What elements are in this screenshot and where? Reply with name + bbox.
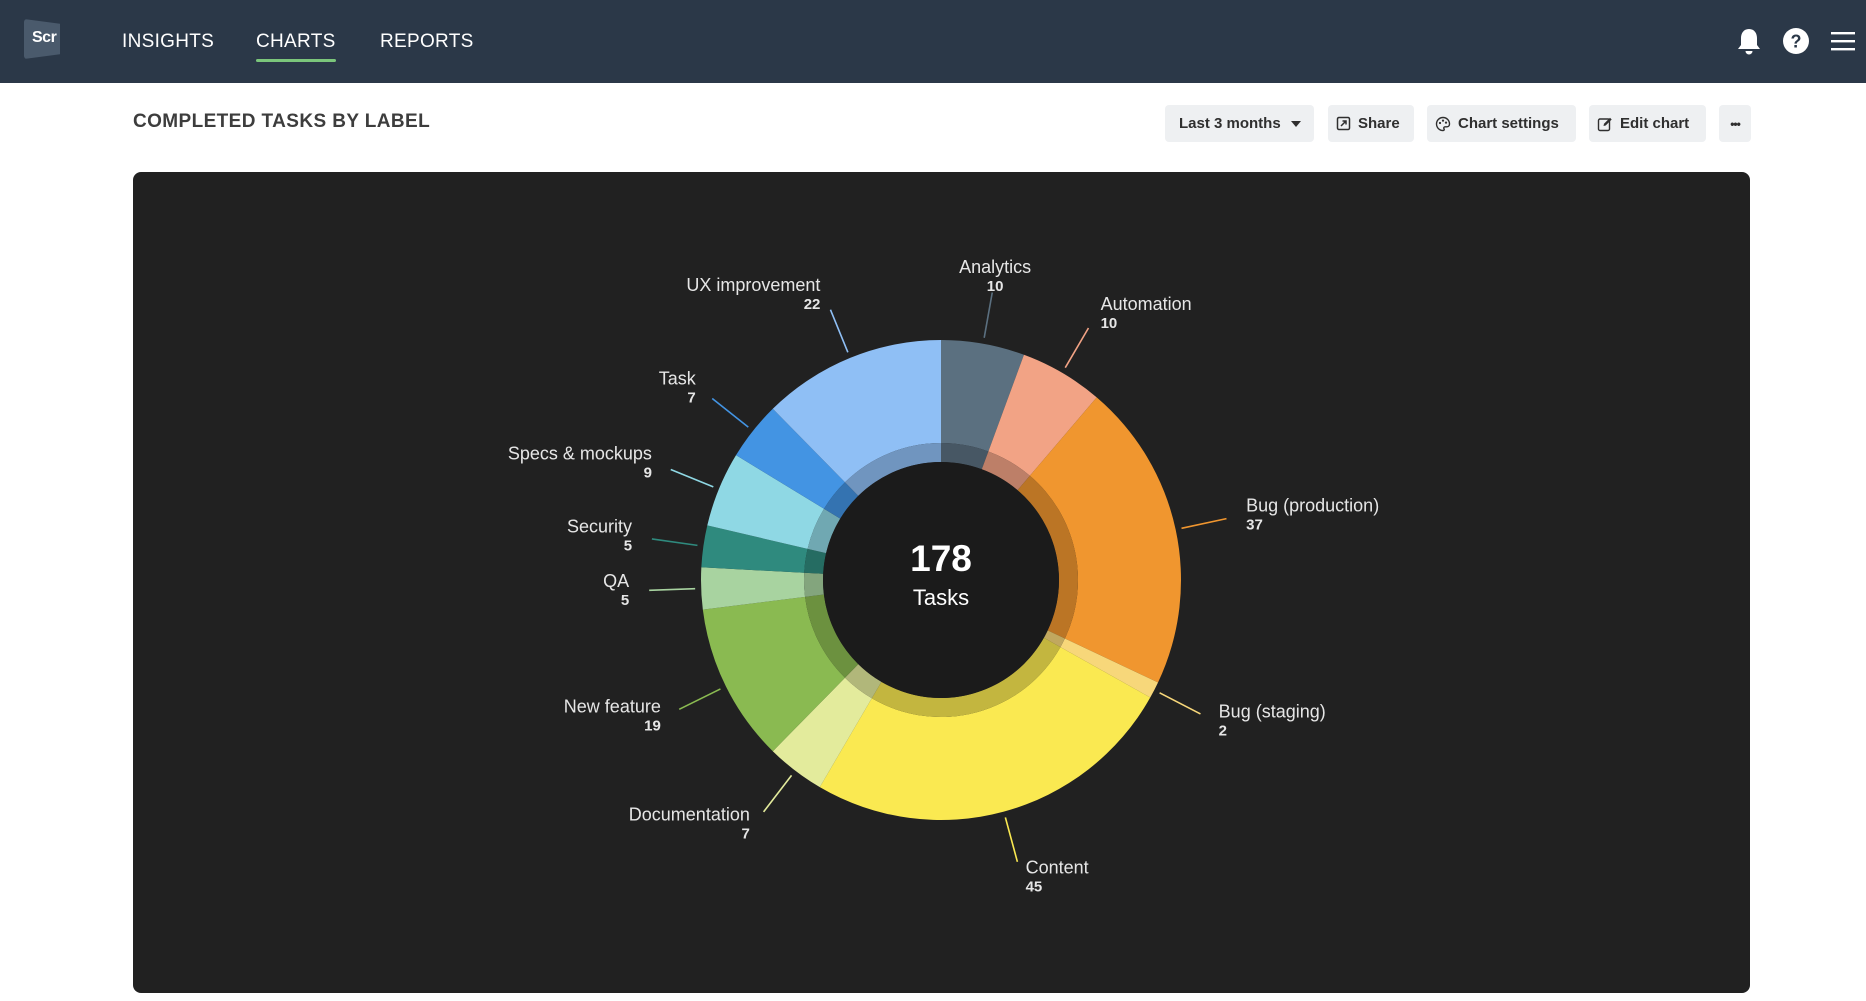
date-range-label: Last 3 months <box>1179 115 1281 132</box>
label-analytics: Analytics <box>959 257 1031 277</box>
label-security: Security <box>567 517 632 537</box>
caret-down-icon <box>1290 120 1301 127</box>
share-icon <box>1336 116 1351 131</box>
share-label: Share <box>1358 115 1400 132</box>
value-label-ux-improvement: 22 <box>804 296 821 313</box>
logo-text: Scr <box>32 29 57 46</box>
nav-charts-label: CHARTS <box>256 30 336 52</box>
label-qa: QA <box>603 571 629 591</box>
chart-settings-label: Chart settings <box>1458 115 1559 132</box>
value-label-analytics: 10 <box>987 278 1004 295</box>
leader-line-security <box>651 538 698 547</box>
value-label-bug-staging: 2 <box>1219 722 1227 739</box>
chart-center-value: 178 <box>910 538 972 579</box>
more-options-button[interactable]: ••• <box>1719 105 1751 142</box>
leader-line-specs-mockups <box>670 468 714 488</box>
slice-inner-qa <box>804 572 824 597</box>
nav-insights[interactable]: INSIGHTS <box>122 0 214 83</box>
label-bug-staging: Bug (staging) <box>1219 701 1326 721</box>
leader-line-documentation <box>762 774 793 813</box>
top-navigation-bar: Scr INSIGHTS CHARTS REPORTS ? <box>0 0 1866 83</box>
leader-line-bug-production <box>1181 517 1227 530</box>
hamburger-menu-icon[interactable] <box>1826 24 1860 58</box>
label-content: Content <box>1026 857 1089 877</box>
chart-panel: Analytics 10 Automation 10 Bug (production) 3… <box>133 172 1750 993</box>
chart-center-label: Tasks <box>913 585 969 610</box>
more-icon: ••• <box>1730 116 1741 131</box>
page-title: COMPLETED TASKS BY LABEL <box>133 111 431 132</box>
value-label-task: 7 <box>687 390 695 407</box>
leader-line-automation <box>1064 327 1090 369</box>
slice-inner-security <box>804 548 827 574</box>
donut-chart: Analytics10Automation10Bug (production)3… <box>508 257 1379 895</box>
leader-line-analytics <box>983 292 994 338</box>
leader-line-qa <box>649 587 696 592</box>
label-automation: Automation <box>1101 294 1192 314</box>
app-logo[interactable]: Scr <box>24 19 60 59</box>
edit-icon <box>1597 116 1613 132</box>
date-range-dropdown[interactable]: Last 3 months <box>1165 105 1314 142</box>
label-specs-mockups: Specs & mockups <box>508 443 652 463</box>
leader-line-bug-staging <box>1159 692 1201 715</box>
value-label-new-feature: 19 <box>644 717 661 734</box>
value-label-qa: 5 <box>621 592 629 609</box>
label-documentation: Documentation <box>629 805 750 825</box>
nav-reports-label: REPORTS <box>380 30 474 52</box>
nav-insights-label: INSIGHTS <box>122 30 215 52</box>
leader-line-content <box>1004 817 1019 863</box>
label-ux-improvement: UX improvement <box>686 275 820 295</box>
donut-hole <box>823 462 1059 698</box>
svg-text:?: ? <box>1791 32 1802 52</box>
edit-chart-button[interactable]: Edit chart <box>1589 105 1706 142</box>
value-label-bug-production: 37 <box>1246 516 1263 533</box>
help-icon[interactable]: ? <box>1779 24 1813 58</box>
label-bug-production: Bug (production) <box>1246 495 1379 515</box>
value-label-content: 45 <box>1026 878 1043 895</box>
palette-icon <box>1435 116 1451 132</box>
leader-line-task <box>711 397 749 428</box>
edit-chart-label: Edit chart <box>1620 115 1690 132</box>
leader-line-ux-improvement <box>829 309 849 353</box>
value-label-specs-mockups: 9 <box>644 464 652 481</box>
label-new-feature: New feature <box>564 696 661 716</box>
label-task: Task <box>659 369 697 389</box>
leader-line-new-feature <box>678 688 721 711</box>
chart-settings-button[interactable]: Chart settings <box>1427 105 1576 142</box>
value-label-automation: 10 <box>1101 315 1118 332</box>
value-label-security: 5 <box>624 538 632 555</box>
nav-reports[interactable]: REPORTS <box>380 0 474 83</box>
nav-charts[interactable]: CHARTS <box>256 0 336 83</box>
share-button[interactable]: Share <box>1328 105 1414 142</box>
value-label-documentation: 7 <box>742 826 750 843</box>
bell-icon[interactable] <box>1732 24 1766 58</box>
